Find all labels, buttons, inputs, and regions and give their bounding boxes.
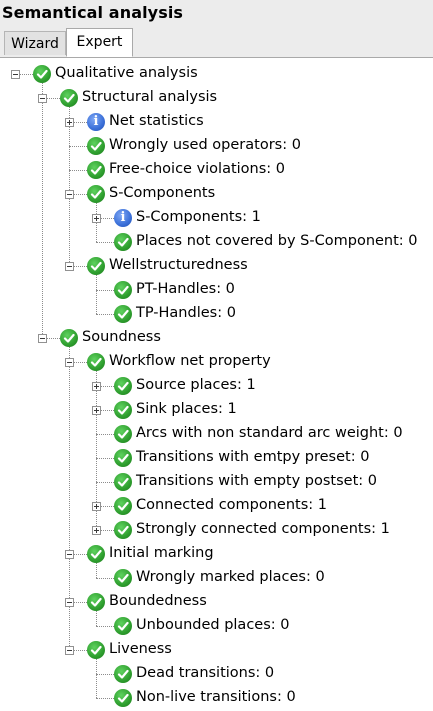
tree-node-label[interactable]: Arcs with non standard arc weight: 0 bbox=[136, 425, 403, 441]
check-circle-icon bbox=[114, 665, 132, 683]
collapse-toggle-icon[interactable] bbox=[65, 646, 74, 655]
tree-node-label[interactable]: TP-Handles: 0 bbox=[136, 305, 236, 321]
tree-node-label[interactable]: PT-Handles: 0 bbox=[136, 281, 235, 297]
check-circle-icon bbox=[114, 377, 132, 395]
check-circle-icon bbox=[60, 329, 78, 347]
check-circle-icon bbox=[87, 257, 105, 275]
collapse-toggle-icon[interactable] bbox=[38, 94, 47, 103]
semantical-analysis-panel: Semantical analysis Wizard Expert Qualit… bbox=[0, 0, 433, 711]
check-circle-icon bbox=[114, 449, 132, 467]
collapse-toggle-icon[interactable] bbox=[11, 70, 20, 79]
tree-connector-horizontal bbox=[69, 170, 87, 171]
info-icon: i bbox=[114, 209, 132, 227]
check-circle-icon bbox=[114, 401, 132, 419]
tree-node-label[interactable]: Initial marking bbox=[109, 545, 214, 561]
check-circle-icon bbox=[114, 521, 132, 539]
tab-bar: Wizard Expert bbox=[0, 26, 433, 58]
tree-node-label[interactable]: S-Components: 1 bbox=[136, 209, 261, 225]
tree-node-label[interactable]: Connected components: 1 bbox=[136, 497, 327, 513]
tree-connector-horizontal bbox=[96, 482, 114, 483]
check-circle-icon bbox=[114, 281, 132, 299]
tree-node-label[interactable]: Dead transitions: 0 bbox=[136, 665, 274, 681]
tree-node-label[interactable]: Sink places: 1 bbox=[136, 401, 237, 417]
check-circle-icon bbox=[87, 545, 105, 563]
collapse-toggle-icon[interactable] bbox=[65, 358, 74, 367]
tree-connector-horizontal bbox=[96, 242, 114, 243]
check-circle-icon bbox=[60, 89, 78, 107]
collapse-toggle-icon[interactable] bbox=[65, 190, 74, 199]
collapse-toggle-icon[interactable] bbox=[65, 262, 74, 271]
check-circle-icon bbox=[33, 65, 51, 83]
tree-connector-horizontal bbox=[69, 146, 87, 147]
tree-connector-horizontal bbox=[96, 458, 114, 459]
check-circle-icon bbox=[114, 689, 132, 707]
expand-toggle-icon[interactable] bbox=[92, 526, 101, 535]
check-circle-icon bbox=[114, 305, 132, 323]
tree-connector-horizontal bbox=[96, 626, 114, 627]
tab-wizard[interactable]: Wizard bbox=[4, 31, 66, 55]
tree-node-label[interactable]: Boundedness bbox=[109, 593, 207, 609]
tree-connector-horizontal bbox=[96, 674, 114, 675]
tree-node-label[interactable]: Non-live transitions: 0 bbox=[136, 689, 296, 705]
tree-connector-horizontal bbox=[96, 290, 114, 291]
tree-connector-vertical bbox=[96, 270, 97, 314]
check-circle-icon bbox=[114, 569, 132, 587]
check-circle-icon bbox=[114, 473, 132, 491]
expand-toggle-icon[interactable] bbox=[65, 118, 74, 127]
analysis-tree[interactable]: Qualitative analysis Structural analysis i… bbox=[0, 58, 433, 711]
panel-title: Semantical analysis bbox=[2, 3, 184, 22]
tree-node-label[interactable]: Wrongly used operators: 0 bbox=[109, 137, 301, 153]
collapse-toggle-icon[interactable] bbox=[38, 334, 47, 343]
check-circle-icon bbox=[87, 185, 105, 203]
check-circle-icon bbox=[87, 161, 105, 179]
collapse-toggle-icon[interactable] bbox=[65, 550, 74, 559]
expand-toggle-icon[interactable] bbox=[92, 406, 101, 415]
tree-node-label[interactable]: Structural analysis bbox=[82, 89, 217, 105]
check-circle-icon bbox=[114, 233, 132, 251]
check-circle-icon bbox=[114, 497, 132, 515]
check-circle-icon bbox=[114, 425, 132, 443]
tree-node-label[interactable]: Wellstructuredness bbox=[109, 257, 248, 273]
tree-node-label[interactable]: Strongly connected components: 1 bbox=[136, 521, 390, 537]
tree-node-label[interactable]: Workflow net property bbox=[109, 353, 271, 369]
tree-node-label[interactable]: Places not covered by S-Component: 0 bbox=[136, 233, 418, 249]
collapse-toggle-icon[interactable] bbox=[65, 598, 74, 607]
check-circle-icon bbox=[87, 641, 105, 659]
check-circle-icon bbox=[114, 617, 132, 635]
tree-connector-horizontal bbox=[96, 698, 114, 699]
tree-node-label[interactable]: Qualitative analysis bbox=[55, 65, 198, 81]
tree-node-label[interactable]: Net statistics bbox=[109, 113, 204, 129]
tree-node-label[interactable]: Liveness bbox=[109, 641, 172, 657]
expand-toggle-icon[interactable] bbox=[92, 502, 101, 511]
info-icon: i bbox=[87, 113, 105, 131]
expand-toggle-icon[interactable] bbox=[92, 214, 101, 223]
tree-connector-vertical bbox=[96, 654, 97, 698]
tree-connector-horizontal bbox=[96, 314, 114, 315]
tree-node-label[interactable]: Wrongly marked places: 0 bbox=[136, 569, 325, 585]
tree-connector-horizontal bbox=[96, 434, 114, 435]
panel-header: Semantical analysis bbox=[0, 0, 433, 27]
expand-toggle-icon[interactable] bbox=[92, 382, 101, 391]
check-circle-icon bbox=[87, 353, 105, 371]
tree-node-label[interactable]: Source places: 1 bbox=[136, 377, 256, 393]
tab-expert[interactable]: Expert bbox=[66, 28, 133, 57]
tree-node-label[interactable]: Soundness bbox=[82, 329, 161, 345]
tree-connector-horizontal bbox=[96, 578, 114, 579]
tree-node-label[interactable]: Transitions with emtpy preset: 0 bbox=[136, 449, 369, 465]
tree-node-label[interactable]: Free-choice violations: 0 bbox=[109, 161, 285, 177]
tree-connector-horizontal bbox=[20, 74, 33, 75]
check-circle-icon bbox=[87, 137, 105, 155]
tree-node-label[interactable]: Unbounded places: 0 bbox=[136, 617, 289, 633]
tree-node-label[interactable]: Transitions with empty postset: 0 bbox=[136, 473, 377, 489]
tree-node-label[interactable]: S-Components bbox=[109, 185, 215, 201]
check-circle-icon bbox=[87, 593, 105, 611]
tree-connector-vertical bbox=[42, 78, 43, 338]
